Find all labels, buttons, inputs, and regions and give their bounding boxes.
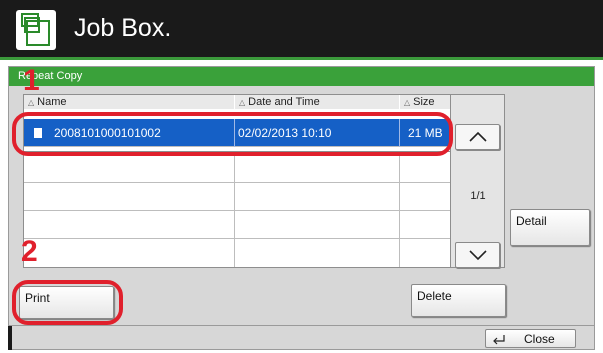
delete-button-label: Delete <box>417 289 452 303</box>
scroll-up-button[interactable] <box>455 124 500 150</box>
column-header-datetime[interactable]: △ Date and Time <box>235 95 399 109</box>
sort-icon: △ <box>404 98 411 107</box>
table-row[interactable] <box>24 239 450 267</box>
delete-button[interactable]: Delete <box>411 284 506 317</box>
page-title: Job Box. <box>74 14 172 42</box>
step-number-1: 1 <box>23 64 40 97</box>
scroll-down-button[interactable] <box>455 242 500 268</box>
table-row[interactable] <box>24 155 450 183</box>
detail-button[interactable]: Detail <box>510 209 590 246</box>
status-indicator <box>8 326 12 350</box>
job-box-icon <box>16 10 56 50</box>
column-divider <box>399 151 400 267</box>
column-header-size[interactable]: △ Size <box>400 95 450 109</box>
chevron-down-icon <box>469 250 487 261</box>
column-divider <box>234 151 235 267</box>
chevron-up-icon <box>469 131 487 142</box>
close-button-label: Close <box>524 332 555 346</box>
close-button[interactable]: Close <box>485 329 576 348</box>
sort-icon: △ <box>28 98 35 107</box>
page-indicator: 1/1 <box>470 190 486 202</box>
sort-icon: △ <box>239 98 246 107</box>
highlight-ring-row <box>12 112 453 156</box>
column-header-name[interactable]: △ Name <box>24 95 234 109</box>
step-number-2: 2 <box>21 235 38 268</box>
enter-icon <box>493 335 505 345</box>
highlight-ring-print <box>12 280 123 325</box>
detail-button-label: Detail <box>516 214 547 228</box>
title-accent-line <box>0 57 603 60</box>
panel-header <box>9 67 594 86</box>
table-row[interactable] <box>24 211 450 239</box>
table-row[interactable] <box>24 183 450 211</box>
